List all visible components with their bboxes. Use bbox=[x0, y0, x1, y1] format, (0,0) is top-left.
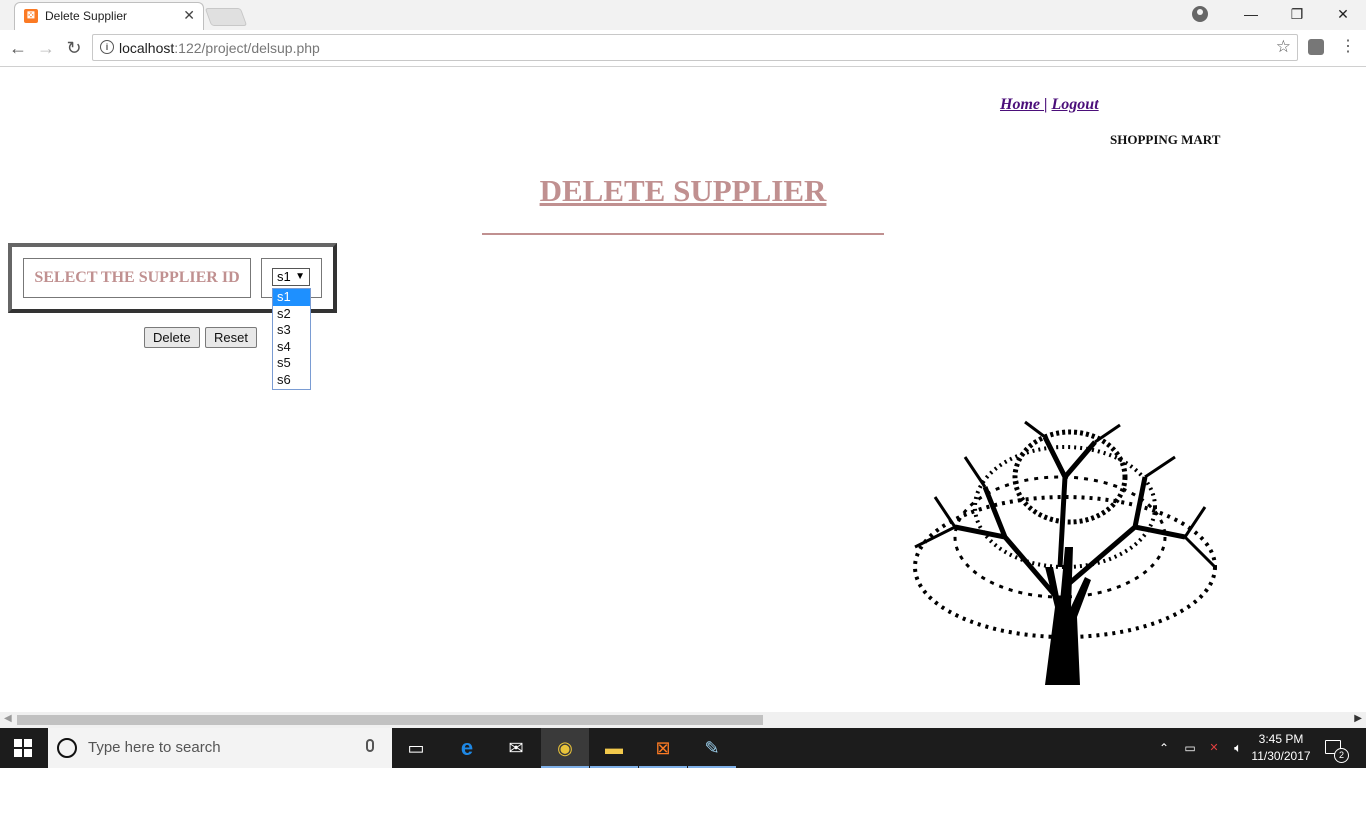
home-link[interactable]: Home bbox=[1000, 96, 1044, 113]
address-bar[interactable]: i localhost:122/project/delsup.php ☆ bbox=[92, 34, 1298, 61]
taskbar: Type here to search ▭ e ✉ ◉ ▬ ⊠ ✎ ⌃ ▭ ✕ … bbox=[0, 728, 1366, 768]
option-s2[interactable]: s2 bbox=[273, 306, 310, 323]
top-nav: Home | Logout bbox=[1000, 96, 1099, 114]
supplier-id-label: SELECT THE SUPPLIER ID bbox=[23, 258, 251, 298]
option-s5[interactable]: s5 bbox=[273, 355, 310, 372]
scrollbar-thumb[interactable] bbox=[17, 715, 763, 725]
select-value: s1 bbox=[277, 269, 291, 284]
forward-icon[interactable]: → bbox=[34, 36, 58, 60]
tree-image bbox=[913, 420, 1217, 685]
microphone-icon[interactable] bbox=[366, 739, 374, 752]
page-title: DELETE SUPPLIER bbox=[539, 173, 827, 208]
option-s3[interactable]: s3 bbox=[273, 322, 310, 339]
reload-icon[interactable]: ↻ bbox=[62, 36, 86, 60]
horizontal-scrollbar[interactable]: ◀ ▶ bbox=[0, 712, 1366, 728]
nav-separator: | bbox=[1044, 96, 1048, 113]
extension-icon[interactable] bbox=[1308, 39, 1324, 55]
restore-icon[interactable]: ❐ bbox=[1274, 0, 1320, 30]
reset-button[interactable]: Reset bbox=[205, 327, 257, 348]
delete-button[interactable]: Delete bbox=[144, 327, 200, 348]
chrome-icon[interactable]: ◉ bbox=[541, 728, 589, 768]
scroll-right-icon[interactable]: ▶ bbox=[1354, 713, 1362, 724]
battery-icon[interactable]: ▭ bbox=[1178, 728, 1202, 768]
close-window-icon[interactable]: ✕ bbox=[1320, 0, 1366, 30]
tab-title: Delete Supplier bbox=[45, 9, 128, 23]
cortana-icon bbox=[57, 738, 77, 758]
show-hidden-icons-icon[interactable]: ⌃ bbox=[1152, 728, 1176, 768]
option-s1[interactable]: s1 bbox=[273, 289, 310, 306]
xampp-icon[interactable]: ⊠ bbox=[639, 728, 687, 768]
file-explorer-icon[interactable]: ▬ bbox=[590, 728, 638, 768]
page-content: Home | Logout SHOPPING MART DELETE SUPPL… bbox=[0, 67, 1366, 712]
xampp-favicon-icon: ⊠ bbox=[24, 9, 38, 23]
windows-start-icon[interactable] bbox=[14, 739, 32, 757]
task-view-icon[interactable]: ▭ bbox=[392, 728, 440, 768]
close-tab-icon[interactable]: ✕ bbox=[183, 7, 195, 24]
supplier-id-options: s1 s2 s3 s4 s5 s6 bbox=[272, 288, 311, 390]
url-text[interactable]: localhost:122/project/delsup.php bbox=[119, 40, 320, 56]
system-clock[interactable]: 3:45 PM 11/30/2017 bbox=[1250, 731, 1312, 765]
browser-toolbar: ← → ↻ i localhost:122/project/delsup.php… bbox=[0, 30, 1366, 67]
url-path: :122/project/delsup.php bbox=[174, 40, 320, 56]
option-s4[interactable]: s4 bbox=[273, 339, 310, 356]
chevron-down-icon: ▼ bbox=[295, 271, 305, 282]
back-icon[interactable]: ← bbox=[6, 36, 30, 60]
edge-icon[interactable]: e bbox=[443, 728, 491, 768]
network-icon[interactable]: ✕ bbox=[1202, 728, 1226, 768]
tab-bar: ⊠ Delete Supplier ✕ — ❐ ✕ bbox=[0, 0, 1366, 30]
minimize-icon[interactable]: — bbox=[1228, 0, 1274, 30]
paint-icon[interactable]: ✎ bbox=[688, 728, 736, 768]
notification-count: 2 bbox=[1334, 748, 1349, 763]
window-controls: — ❐ ✕ bbox=[1228, 0, 1366, 30]
browser-tab[interactable]: ⊠ Delete Supplier ✕ bbox=[14, 2, 204, 30]
option-s6[interactable]: s6 bbox=[273, 372, 310, 389]
taskbar-search[interactable]: Type here to search bbox=[48, 728, 392, 768]
supplier-id-select[interactable]: s1 ▼ bbox=[272, 268, 310, 286]
menu-icon[interactable]: ⋮ bbox=[1340, 36, 1356, 56]
star-icon[interactable]: ☆ bbox=[1276, 37, 1291, 57]
mail-icon[interactable]: ✉ bbox=[492, 728, 540, 768]
brand-name: SHOPPING MART bbox=[1110, 132, 1221, 147]
clock-date: 11/30/2017 bbox=[1251, 749, 1311, 763]
logout-link[interactable]: Logout bbox=[1052, 96, 1099, 113]
clock-time: 3:45 PM bbox=[1258, 732, 1304, 746]
profile-icon[interactable] bbox=[1192, 6, 1208, 22]
new-tab-button[interactable] bbox=[204, 8, 248, 26]
info-icon[interactable]: i bbox=[100, 40, 114, 54]
url-host: localhost bbox=[119, 40, 175, 56]
search-placeholder: Type here to search bbox=[88, 739, 221, 756]
scroll-left-icon[interactable]: ◀ bbox=[4, 713, 12, 724]
divider bbox=[482, 233, 884, 235]
volume-icon[interactable]: 🔈︎ bbox=[1226, 728, 1250, 768]
